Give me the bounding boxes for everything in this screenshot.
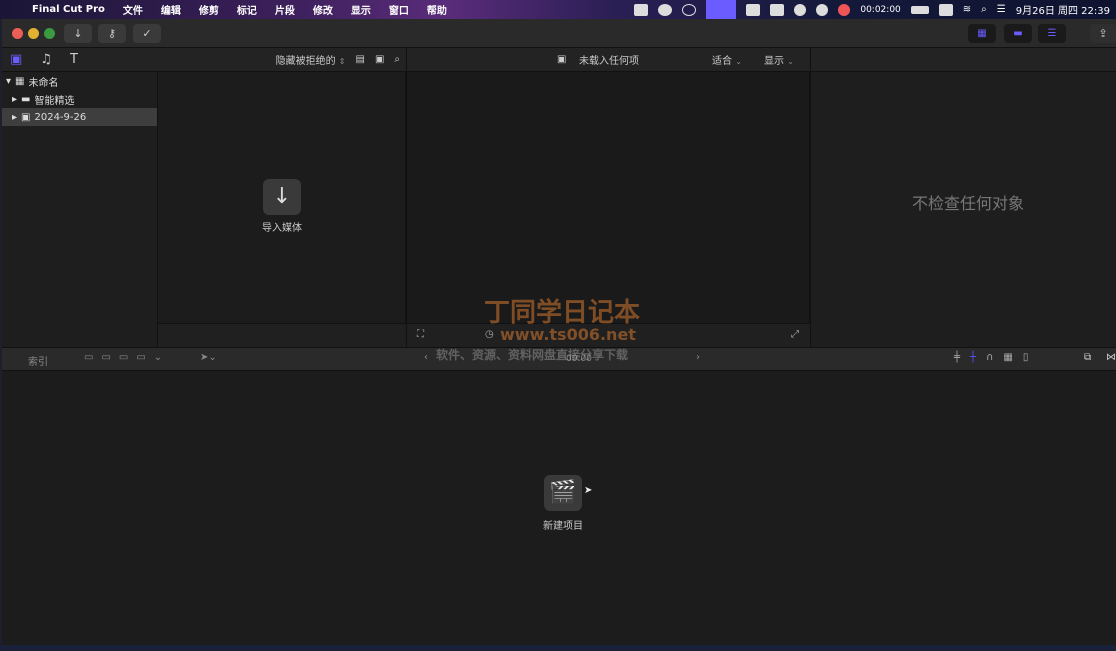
clip-appearance-icon[interactable]: ▤ — [355, 54, 364, 65]
capcut-icon[interactable] — [770, 3, 785, 16]
browser-footer — [158, 323, 406, 347]
fit-label: 适合 — [712, 56, 732, 67]
spotlight-icon[interactable]: ⌕ — [981, 4, 987, 15]
battery-icon[interactable] — [910, 5, 929, 14]
timeline-tools[interactable]: ╪┼∩▦▯ — [954, 352, 1038, 363]
viewer-title: 未载入任何项 — [579, 56, 639, 67]
photos-audio-icon[interactable]: ♫ — [40, 52, 52, 67]
close-button[interactable] — [12, 28, 23, 39]
recording-time: 00:02:00 — [860, 4, 901, 15]
menu-bar: Final Cut Pro 文件 编辑 修剪 标记 片段 修改 显示 窗口 帮助… — [0, 0, 1116, 19]
library-header: ▣ ♫ T — [2, 48, 158, 72]
viewer-header: ▣ 未载入任何项 适合 ⌄ 显示 ⌄ — [406, 48, 810, 72]
background-tasks-icon[interactable]: ✓ — [133, 24, 161, 43]
new-project-button[interactable]: 🎬 — [544, 475, 582, 511]
library-sidebar: ▾ ▦ 未命名 ▸ ▬ 智能精选 ▸ ▣ 2024-9-26 — [2, 72, 158, 347]
menu-mark[interactable]: 标记 — [237, 2, 257, 17]
filmstrip-icon[interactable]: ▣ — [375, 54, 384, 65]
event-item[interactable]: ▸ ▣ 2024-9-26 — [2, 108, 157, 126]
library-item[interactable]: ▾ ▦ 未命名 — [2, 72, 157, 90]
import-button[interactable]: ↓ — [64, 24, 92, 43]
libraries-icon[interactable]: ▣ — [10, 52, 22, 67]
pause-icon[interactable] — [816, 3, 829, 16]
control-center-icon[interactable]: ☰ — [997, 4, 1006, 15]
clock[interactable]: 9月26日 周四 22:39 — [1016, 2, 1110, 17]
menu-view[interactable]: 显示 — [351, 2, 371, 17]
titles-generators-icon[interactable]: T — [70, 52, 78, 67]
wifi-icon[interactable]: ≋ — [963, 4, 971, 15]
smart-collections-item[interactable]: ▸ ▬ 智能精选 — [2, 90, 157, 108]
clip-filter-label: 隐藏被拒绝的 — [275, 56, 336, 67]
import-media-button[interactable]: ↓ — [263, 179, 301, 215]
smart-collections-label: 智能精选 — [34, 95, 75, 107]
select-tool-dropdown[interactable]: ➤⌄ — [200, 352, 217, 363]
clip-appearance-icon[interactable]: ⧉ — [1084, 352, 1091, 363]
zoom-button[interactable] — [44, 28, 55, 39]
library-item-label: 未命名 — [28, 77, 59, 89]
fit-dropdown[interactable]: 适合 ⌄ — [712, 52, 742, 67]
menu-clip[interactable]: 片段 — [275, 2, 295, 17]
browser-pane: ↓ 导入媒体 — [158, 72, 406, 347]
new-project-label: 新建项目 — [543, 521, 583, 532]
effects-browser-icon[interactable]: ⋈ — [1106, 352, 1116, 363]
pencil-icon[interactable] — [794, 3, 807, 16]
browser-toggle-icon[interactable]: ▦ — [968, 24, 996, 43]
menu-window[interactable]: 窗口 — [389, 2, 409, 17]
display-dropdown[interactable]: 显示 ⌄ — [764, 52, 794, 67]
inspector-toggle-icon[interactable]: ☰ — [1038, 24, 1066, 43]
search-icon[interactable]: ⌕ — [394, 54, 400, 65]
wechat-icon[interactable] — [746, 3, 761, 16]
menu-app-name[interactable]: Final Cut Pro — [32, 4, 105, 15]
toolbar: ↓ ⚷ ✓ ▦ ▬ ☰ ⇪ — [2, 19, 1116, 48]
menu-trim[interactable]: 修剪 — [199, 2, 219, 17]
sync-icon[interactable] — [658, 3, 673, 16]
inspector-empty-text: 不检查任何对象 — [911, 194, 1024, 213]
import-media-label: 导入媒体 — [262, 223, 302, 234]
event-item-label: 2024-9-26 — [34, 111, 87, 123]
timeline-pane: 🎬 新建项目 ➤ — [2, 371, 1116, 645]
share-button[interactable]: ⇪ — [1090, 24, 1116, 43]
next-icon[interactable]: › — [696, 352, 700, 363]
browser-header: 隐藏被拒绝的 ⇕ ▤ ▣ ⌕ — [158, 48, 406, 72]
minimize-button[interactable] — [28, 28, 39, 39]
menu-help[interactable]: 帮助 — [427, 2, 447, 17]
clip-filter-dropdown[interactable]: 隐藏被拒绝的 ⇕ — [276, 52, 346, 67]
screen-icon[interactable] — [706, 0, 737, 19]
timeline-toggle-icon[interactable]: ▬ — [1004, 24, 1032, 43]
menu-file[interactable]: 文件 — [123, 2, 143, 17]
menu-edit[interactable]: 编辑 — [161, 2, 181, 17]
library-icon: ▦ — [15, 75, 25, 87]
input-method-icon[interactable] — [938, 3, 953, 16]
menu-modify[interactable]: 修改 — [313, 2, 333, 17]
viewer-clip-icon: ▣ — [557, 54, 567, 65]
watermark-logo: 丁同学日记本 www.ts006.net 软件、资源、资料网盘直接分享下载 — [436, 298, 641, 362]
event-icon: ▣ — [21, 111, 31, 123]
transform-icon[interactable]: ⛶ — [417, 329, 424, 340]
share-icon[interactable] — [682, 3, 697, 16]
desktop-background — [0, 645, 1116, 651]
disclosure-triangle-icon[interactable]: ▾ — [6, 76, 11, 87]
display-label: 显示 — [764, 56, 784, 67]
edit-buttons[interactable]: ▭▭▭▭⌄ — [84, 352, 170, 363]
wps-icon[interactable] — [634, 3, 649, 16]
keyword-icon[interactable]: ⚷ — [98, 24, 126, 43]
folder-icon: ▬ — [21, 93, 31, 105]
disclosure-triangle-icon[interactable]: ▸ — [12, 112, 17, 123]
previous-icon[interactable]: ‹ — [424, 352, 428, 363]
index-button[interactable]: 索引 — [28, 353, 48, 368]
fullscreen-icon[interactable]: ⤢ — [791, 329, 799, 340]
stop-record-icon[interactable] — [838, 3, 851, 16]
mouse-cursor-icon: ➤ — [584, 485, 593, 496]
inspector-header — [810, 48, 1116, 72]
inspector-pane: 不检查任何对象 — [810, 72, 1116, 347]
disclosure-triangle-icon[interactable]: ▸ — [12, 94, 17, 105]
